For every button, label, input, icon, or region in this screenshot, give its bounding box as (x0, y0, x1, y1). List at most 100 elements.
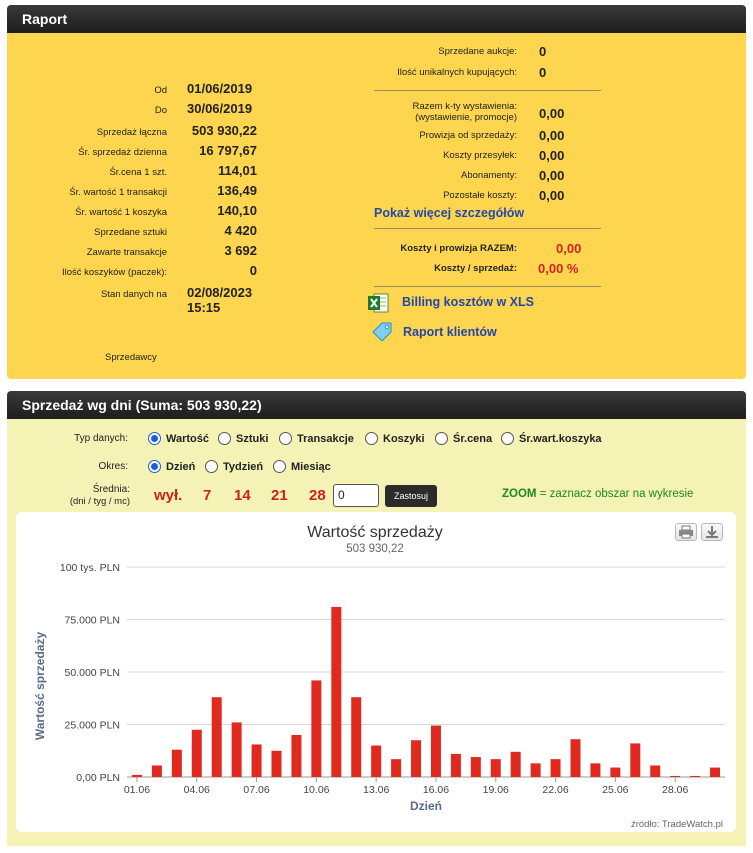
period-option-label: Dzień (166, 460, 196, 473)
average-option[interactable]: wył. (154, 487, 182, 504)
apply-button[interactable]: Zastosuj (385, 485, 437, 507)
summary-value: 3 692 (224, 243, 257, 258)
commission-label: Prowizja od sprzedaży: (419, 130, 517, 141)
shipping-label: Koszty przesyłek: (443, 150, 517, 161)
average-option[interactable]: 28 (309, 487, 326, 504)
data-type-label: Typ danych: (74, 433, 128, 444)
average-input[interactable]: 0 (333, 484, 379, 507)
more-details-link[interactable]: Pokaż więcej szczegółów (374, 206, 524, 220)
summary-label: Stan danych na (100, 289, 167, 300)
chart-container (16, 512, 736, 832)
unique-buyers-value: 0 (539, 65, 547, 80)
summary-row: Śr. wartość 1 transakcji 136,49 (7, 183, 257, 199)
period-option[interactable]: Dzień (148, 460, 195, 473)
cost-ratio-value: 0,00 % (538, 261, 579, 276)
period-option[interactable]: Miesiąc (273, 460, 331, 473)
summary-row: Sprzedane sztuki 4 420 (7, 223, 257, 239)
total-costs-value: 0,00 (556, 241, 582, 256)
data-type-option[interactable]: Wartość (148, 432, 209, 445)
period-option-label: Tydzień (223, 460, 264, 473)
summary-row: Od 01/06/2019 (7, 81, 252, 97)
period-radio[interactable] (148, 460, 161, 473)
cost-ratio-label: Koszty / sprzedaż: (434, 263, 517, 274)
summary-row: Śr.cena 1 szt. 114,01 (7, 163, 257, 179)
period-radio[interactable] (205, 460, 218, 473)
data-type-option-label: Śr.cena (453, 432, 493, 445)
summary-value: 16 797,67 (199, 143, 257, 158)
separator (374, 228, 601, 229)
subscription-label: Abonamenty: (461, 170, 517, 181)
period-radio[interactable] (273, 460, 286, 473)
listing-costs-value: 0,00 (539, 106, 565, 121)
print-icon (679, 525, 693, 539)
sold-auctions-label: Sprzedane aukcje: (438, 46, 517, 57)
average-sublabel: (dni / tyg / mc) (69, 496, 130, 507)
subscription-value: 0,00 (539, 168, 565, 183)
data-type-option[interactable]: Śr.wart.koszyka (501, 432, 602, 445)
data-type-radio[interactable] (435, 432, 448, 445)
commission-value: 0,00 (539, 128, 565, 143)
data-type-option[interactable]: Sztuki (218, 432, 268, 445)
listing-costs-sublabel: (wystawienie, promocje) (415, 112, 517, 123)
summary-value: 140,10 (217, 203, 257, 218)
listing-costs-label: Razem k-ty wystawienia: (412, 101, 517, 112)
average-option[interactable]: 21 (271, 487, 288, 504)
total-costs-label: Koszty i prowizja RAZEM: (400, 243, 517, 254)
summary-row: Śr. wartość 1 koszyka 140,10 (7, 203, 257, 219)
data-type-option-label: Sztuki (236, 432, 269, 445)
summary-value: 136,49 (217, 183, 257, 198)
summary-value: 0 (249, 263, 257, 278)
shipping-value: 0,00 (539, 148, 565, 163)
summary-value: 02/08/2023 15:15 (187, 285, 253, 315)
summary-label: Do (154, 105, 167, 116)
average-label: Średnia: (92, 484, 130, 495)
unique-buyers-label: Ilość unikalnych kupujących: (397, 67, 517, 78)
summary-row: Sprzedaż łączna 503 930,22 (7, 123, 257, 139)
summary-value: 30/06/2019 (187, 101, 253, 116)
tag-icon[interactable] (371, 321, 393, 341)
summary-label: Od (154, 85, 167, 96)
data-type-radio[interactable] (279, 432, 292, 445)
period-option-label: Miesiąc (291, 460, 331, 473)
separator (374, 286, 601, 287)
summary-row: Do 30/06/2019 (7, 101, 252, 117)
summary-value: 114,01 (217, 163, 257, 178)
zoom-text: = zaznacz obszar na wykresie (536, 488, 694, 500)
summary-row: Zawarte transakcje 3 692 (7, 243, 257, 259)
download-button[interactable] (701, 523, 723, 541)
sales-title: Sprzedaż wg dni (Suma: 503 930,22) (22, 397, 262, 413)
average-option[interactable]: 7 (203, 487, 211, 504)
report-title: Raport (22, 11, 68, 27)
average-option[interactable]: 14 (234, 487, 251, 504)
sellers-label: Sprzedawcy (105, 352, 157, 363)
excel-icon[interactable] (368, 293, 389, 313)
billing-xls-link[interactable]: Billing kosztów w XLS (402, 295, 534, 309)
download-icon (706, 526, 718, 538)
data-type-option-label: Transakcje (297, 432, 354, 445)
data-type-radio[interactable] (501, 432, 514, 445)
data-type-radio[interactable] (218, 432, 231, 445)
other-costs-label: Pozostałe koszty: (443, 190, 517, 201)
data-type-option-label: Śr.wart.koszyka (519, 432, 602, 445)
separator (374, 90, 601, 91)
summary-row: Śr. sprzedaż dzienna 16 797,67 (7, 143, 257, 159)
zoom-hint: ZOOM = zaznacz obszar na wykresie (502, 488, 693, 500)
data-type-option[interactable]: Transakcje (279, 432, 354, 445)
period-label: Okres: (98, 461, 128, 472)
other-costs-value: 0,00 (539, 188, 565, 203)
period-option[interactable]: Tydzień (205, 460, 263, 473)
report-header: Raport (7, 5, 746, 33)
print-button[interactable] (675, 523, 697, 541)
data-type-option[interactable]: Koszyki (365, 432, 425, 445)
summary-row: Ilość koszyków (paczek): 0 (7, 263, 257, 279)
summary-value: 503 930,22 (191, 123, 257, 138)
summary-value: 4 420 (224, 223, 257, 238)
zoom-keyword: ZOOM (502, 488, 537, 500)
data-type-radio[interactable] (148, 432, 161, 445)
sales-header: Sprzedaż wg dni (Suma: 503 930,22) (7, 391, 746, 419)
data-type-option[interactable]: Śr.cena (435, 432, 492, 445)
data-type-radio[interactable] (365, 432, 378, 445)
clients-report-link[interactable]: Raport klientów (403, 325, 497, 339)
summary-value: 01/06/2019 (187, 81, 253, 96)
summary-row: Stan danych na 02/08/2023 15:15 (7, 285, 252, 315)
